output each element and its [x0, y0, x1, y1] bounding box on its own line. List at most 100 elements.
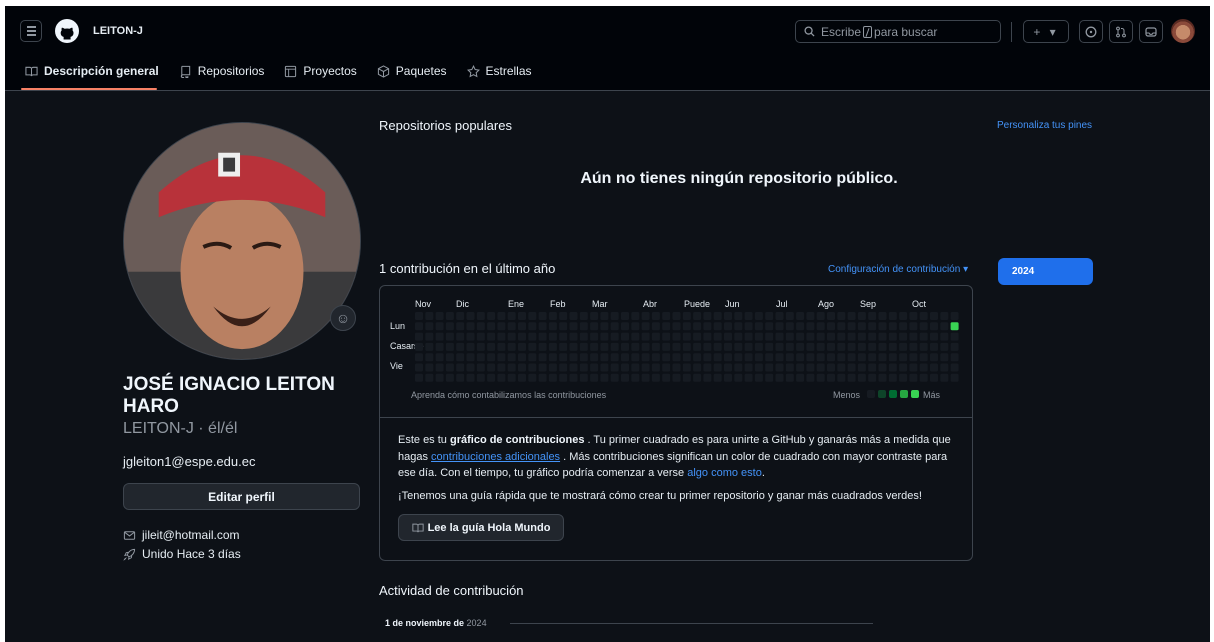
tab-overview[interactable]: Descripción general: [25, 64, 159, 78]
contribution-day[interactable]: [487, 353, 496, 362]
contribution-day[interactable]: [672, 353, 681, 362]
contribution-day[interactable]: [425, 363, 434, 372]
contribution-day[interactable]: [827, 342, 835, 351]
contribution-day[interactable]: [940, 322, 949, 331]
contribution-day[interactable]: [610, 342, 619, 351]
contribution-day[interactable]: [693, 322, 702, 331]
contribution-day[interactable]: [796, 312, 805, 320]
contribution-day[interactable]: [909, 353, 918, 362]
contribution-day[interactable]: [631, 312, 640, 320]
contribution-day[interactable]: [415, 322, 423, 331]
contribution-day[interactable]: [754, 312, 763, 320]
contribution-day[interactable]: [569, 342, 578, 351]
contribution-day[interactable]: [837, 322, 846, 331]
contribution-day[interactable]: [548, 373, 557, 382]
contribution-day[interactable]: [559, 332, 568, 341]
contribution-day[interactable]: [621, 312, 629, 320]
contribution-day[interactable]: [693, 342, 702, 351]
contribution-day[interactable]: [734, 312, 743, 320]
contribution-day[interactable]: [703, 332, 712, 341]
contribution-day[interactable]: [930, 353, 938, 362]
contribution-day[interactable]: [569, 312, 578, 320]
contribution-day[interactable]: [775, 322, 784, 331]
contribution-day[interactable]: [878, 373, 887, 382]
contribution-day[interactable]: [724, 373, 732, 382]
contribution-day[interactable]: [476, 342, 485, 351]
contribution-day[interactable]: [878, 312, 887, 320]
year-2024-button[interactable]: 2024: [998, 258, 1093, 285]
contribution-day[interactable]: [538, 373, 547, 382]
contribution-day[interactable]: [950, 363, 959, 372]
contribution-day[interactable]: [703, 312, 712, 320]
contribution-day[interactable]: [466, 312, 475, 320]
contribution-day[interactable]: [806, 322, 815, 331]
contribution-day[interactable]: [888, 322, 897, 331]
contribution-day[interactable]: [775, 332, 784, 341]
contribution-day[interactable]: [538, 363, 547, 372]
contribution-day[interactable]: [610, 373, 619, 382]
contribution-day[interactable]: [538, 322, 547, 331]
contribution-day[interactable]: [518, 312, 526, 320]
contribution-day[interactable]: [909, 332, 918, 341]
contribution-day[interactable]: [744, 373, 753, 382]
contribution-day[interactable]: [497, 353, 506, 362]
contribution-day[interactable]: [775, 363, 784, 372]
contribution-day[interactable]: [765, 312, 774, 320]
contribution-day[interactable]: [693, 373, 702, 382]
contribution-day[interactable]: [909, 312, 918, 320]
contribution-day[interactable]: [445, 322, 454, 331]
contribution-day[interactable]: [682, 353, 691, 362]
contribution-day[interactable]: [425, 312, 434, 320]
contribution-day[interactable]: [415, 363, 423, 372]
contribution-day[interactable]: [579, 322, 588, 331]
contribution-day[interactable]: [888, 363, 897, 372]
contribution-day[interactable]: [445, 363, 454, 372]
contribution-day[interactable]: [466, 332, 475, 341]
contribution-day[interactable]: [497, 363, 506, 372]
contribution-day[interactable]: [827, 363, 835, 372]
contribution-day[interactable]: [528, 342, 537, 351]
contribution-day[interactable]: [785, 332, 794, 341]
contribution-day[interactable]: [857, 373, 866, 382]
contribution-day[interactable]: [579, 373, 588, 382]
contribution-day[interactable]: [693, 332, 702, 341]
contribution-day[interactable]: [703, 353, 712, 362]
contribution-day[interactable]: [600, 322, 609, 331]
contribution-day[interactable]: [816, 363, 825, 372]
contribution-day[interactable]: [713, 363, 722, 372]
contribution-day[interactable]: [466, 353, 475, 362]
contribution-day[interactable]: [559, 322, 568, 331]
contribution-day[interactable]: [785, 363, 794, 372]
contribution-day[interactable]: [559, 363, 568, 372]
contribution-day[interactable]: [693, 353, 702, 362]
contribution-day[interactable]: [682, 342, 691, 351]
contribution-day[interactable]: [816, 353, 825, 362]
contribution-day[interactable]: [950, 373, 959, 382]
contribution-day[interactable]: [528, 363, 537, 372]
contribution-day[interactable]: [456, 353, 465, 362]
contribution-day[interactable]: [682, 322, 691, 331]
contribution-day[interactable]: [899, 373, 908, 382]
contribution-day[interactable]: [559, 342, 568, 351]
contribution-day[interactable]: [919, 342, 928, 351]
contribution-day[interactable]: [744, 312, 753, 320]
customize-pins-link[interactable]: Personaliza tus pines: [997, 120, 1092, 131]
contribution-day[interactable]: [868, 312, 877, 320]
contribution-day[interactable]: [796, 322, 805, 331]
contribution-day[interactable]: [559, 373, 568, 382]
contribution-day[interactable]: [621, 373, 629, 382]
contribution-day[interactable]: [888, 312, 897, 320]
contribution-day[interactable]: [528, 332, 537, 341]
contribution-day[interactable]: [548, 363, 557, 372]
contribution-day[interactable]: [878, 353, 887, 362]
contribution-day[interactable]: [621, 353, 629, 362]
contribution-day[interactable]: [940, 353, 949, 362]
contribution-day[interactable]: [847, 363, 856, 372]
contribution-day[interactable]: [888, 373, 897, 382]
contribution-day[interactable]: [507, 373, 516, 382]
contribution-day[interactable]: [713, 373, 722, 382]
contribution-day[interactable]: [672, 342, 681, 351]
contribution-day[interactable]: [703, 322, 712, 331]
contribution-day[interactable]: [487, 312, 496, 320]
contribution-day[interactable]: [734, 373, 743, 382]
